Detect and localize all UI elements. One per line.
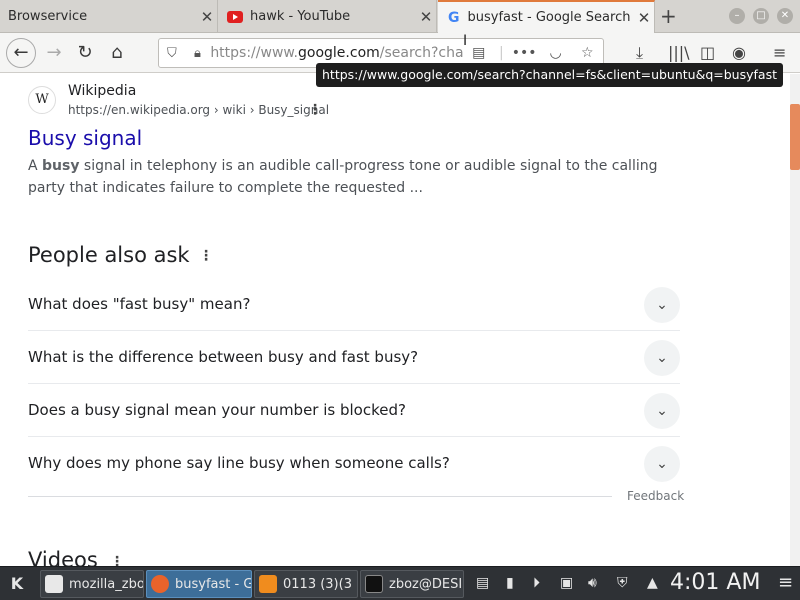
- application-launcher-icon[interactable]: K: [4, 571, 30, 597]
- minimize-icon[interactable]: –: [729, 8, 745, 24]
- result-options-icon[interactable]: ⋮: [308, 102, 322, 118]
- url-tooltip: https://www.google.com/search?channel=fs…: [316, 63, 783, 87]
- result-site-name: Wikipedia: [68, 83, 137, 99]
- lock-icon[interactable]: 🔒︎: [185, 46, 211, 61]
- chevron-down-icon[interactable]: ⌄: [644, 340, 680, 376]
- reader-view-icon[interactable]: ▤: [463, 45, 495, 61]
- scrollbar-thumb[interactable]: [790, 104, 800, 170]
- youtube-icon: [227, 10, 243, 23]
- tab-title: busyfast - Google Search: [467, 10, 631, 25]
- paa-options-icon[interactable]: ⋮: [199, 248, 213, 264]
- text-cursor-icon: I: [463, 33, 468, 49]
- tab-browservice[interactable]: Browservice ✕: [0, 0, 218, 33]
- feedback-link[interactable]: Feedback: [627, 489, 684, 503]
- paa-question-text: Why does my phone say line busy when som…: [28, 454, 450, 472]
- tab-google-search[interactable]: G busyfast - Google Search ✕: [438, 0, 655, 33]
- volume-icon[interactable]: 🔊︎: [588, 575, 597, 591]
- menu-icon[interactable]: ≡: [773, 43, 786, 62]
- tab-title: hawk - YouTube: [250, 9, 351, 24]
- shield-check-icon[interactable]: ⛨: [617, 575, 628, 591]
- paa-question-text: Does a busy signal mean your number is b…: [28, 401, 406, 419]
- people-also-ask-heading: People also ask: [28, 243, 190, 267]
- reload-icon[interactable]: ↻: [71, 39, 99, 67]
- result-site-url[interactable]: https://en.wikipedia.org › wiki › Busy_s…: [68, 103, 329, 117]
- new-tab-icon[interactable]: +: [660, 4, 677, 28]
- result-title-link[interactable]: Busy signal: [28, 126, 142, 150]
- tab-youtube[interactable]: hawk - YouTube ✕: [219, 0, 437, 33]
- firefox-icon: [151, 575, 169, 593]
- wikipedia-icon: W: [28, 86, 56, 114]
- clock[interactable]: 4:01 AM: [670, 570, 760, 595]
- taskbar-item[interactable]: mozilla_zbo: [40, 570, 144, 598]
- library-icon[interactable]: |||\: [668, 43, 690, 62]
- chevron-down-icon[interactable]: ⌄: [644, 446, 680, 482]
- bookmark-star-icon[interactable]: ☆: [571, 45, 603, 61]
- paa-question-text: What does "fast busy" mean?: [28, 295, 251, 313]
- taskbar-item[interactable]: busyfast - G: [146, 570, 252, 598]
- divider: [28, 496, 612, 497]
- menu-icon[interactable]: ≡: [778, 572, 793, 593]
- paa-question[interactable]: What does "fast busy" mean? ⌄: [28, 278, 680, 331]
- url-text[interactable]: https://www.google.com/search?channel=fs…: [210, 45, 463, 61]
- taskbar-item[interactable]: 0113 (3)(3: [254, 570, 358, 598]
- pocket-icon[interactable]: ◡: [540, 45, 572, 61]
- clipboard-icon[interactable]: ▤: [476, 575, 489, 591]
- shield-icon[interactable]: ⛉: [159, 46, 185, 61]
- sidebar-icon[interactable]: ◫: [700, 43, 715, 62]
- result-snippet: A busy signal in telephony is an audible…: [28, 158, 658, 196]
- removable-device-icon[interactable]: ▮: [506, 575, 514, 591]
- more-actions-icon[interactable]: •••: [508, 45, 540, 61]
- terminal-icon: [365, 575, 383, 593]
- taskbar-item[interactable]: zboz@DESI: [360, 570, 464, 598]
- screen-recorder-icon[interactable]: ▣: [560, 575, 573, 591]
- chevron-down-icon[interactable]: ⌄: [644, 393, 680, 429]
- window-close-icon[interactable]: ✕: [777, 8, 793, 24]
- forward-icon[interactable]: →: [40, 39, 68, 67]
- close-icon[interactable]: ✕: [634, 9, 654, 27]
- download-icon[interactable]: ⤓: [636, 43, 643, 63]
- tab-title: Browservice: [8, 9, 88, 24]
- chevron-down-icon[interactable]: ⌄: [644, 287, 680, 323]
- maximize-icon[interactable]: □: [753, 8, 769, 24]
- paa-question[interactable]: Does a busy signal mean your number is b…: [28, 384, 680, 437]
- back-icon[interactable]: ←: [6, 38, 36, 68]
- paa-question-text: What is the difference between busy and …: [28, 348, 419, 366]
- paa-question[interactable]: Why does my phone say line busy when som…: [28, 437, 680, 490]
- close-icon[interactable]: ✕: [416, 8, 436, 26]
- document-icon: [45, 575, 63, 593]
- google-icon: G: [448, 9, 460, 26]
- taskbar: K mozilla_zbo busyfast - G 0113 (3)(3 zb…: [0, 566, 800, 600]
- close-icon[interactable]: ✕: [197, 8, 217, 26]
- vlc-icon: [259, 575, 277, 593]
- tray-expand-icon[interactable]: ▲: [647, 575, 658, 591]
- tab-strip: Browservice ✕ hawk - YouTube ✕ G busyfas…: [0, 0, 800, 33]
- paa-question[interactable]: What is the difference between busy and …: [28, 331, 680, 384]
- account-icon[interactable]: ◉: [732, 43, 746, 62]
- home-icon[interactable]: ⌂: [103, 39, 131, 67]
- media-player-icon[interactable]: ⏵: [533, 575, 540, 591]
